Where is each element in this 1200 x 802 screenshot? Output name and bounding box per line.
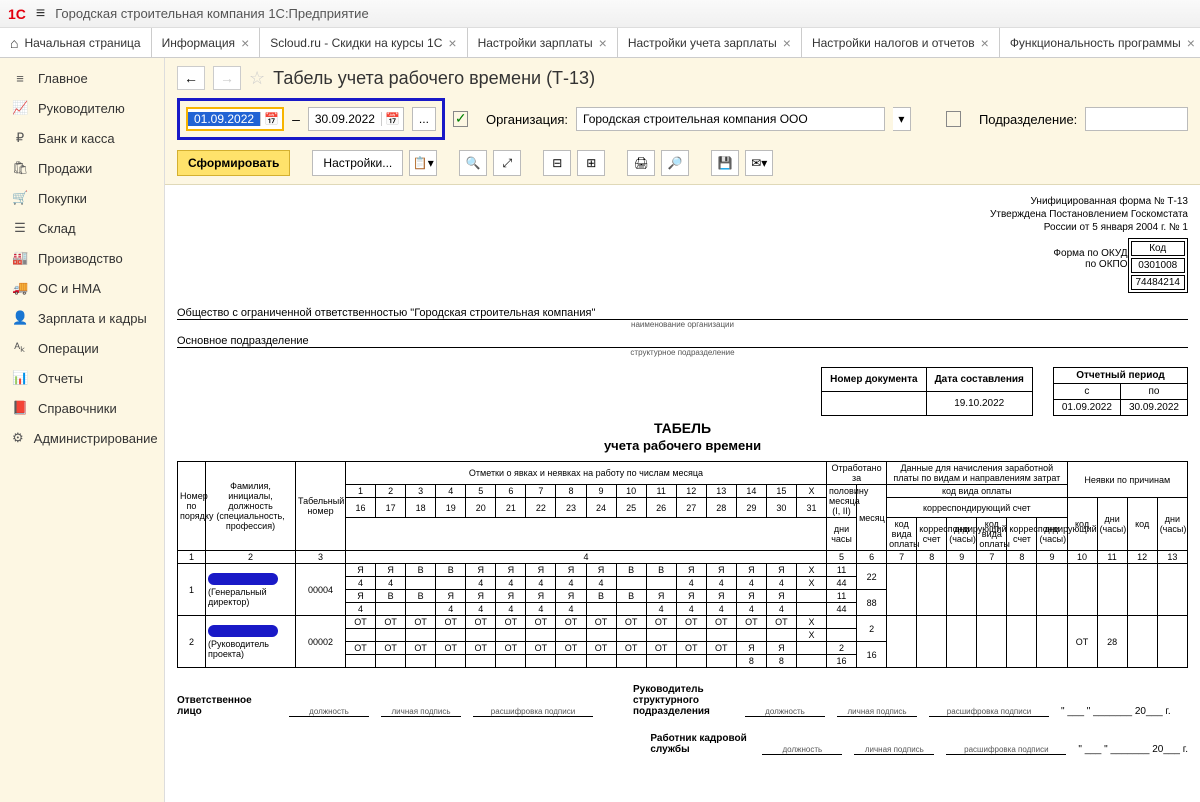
code-table: Код 0301008 74484214 [1128,238,1189,293]
date-from-input[interactable]: 01.09.2022 📅 [186,107,284,131]
save-button[interactable]: 💾 [711,150,739,176]
copy-settings-button[interactable]: 📋▾ [409,150,437,176]
report-subtitle: учета рабочего времени [177,438,1188,453]
period-table: Отчетный период спо 01.09.202230.09.2022 [1053,367,1188,416]
sidebar-item[interactable]: ≡Главное [0,64,164,93]
org-input[interactable]: Городская строительная компания ООО [576,107,885,131]
close-icon[interactable]: × [1187,35,1195,51]
tabs-bar: ⌂ Начальная страница Информация× Scloud.… [0,28,1200,58]
period-more-button[interactable]: ... [412,107,436,131]
titlebar: 1C ≡ Городская строительная компания 1С:… [0,0,1200,28]
close-icon[interactable]: × [783,35,791,51]
tab-scloud[interactable]: Scloud.ru - Скидки на курсы 1С× [260,28,467,57]
collapse-button[interactable]: ⊟ [543,150,571,176]
sidebar-item[interactable]: ☰Склад [0,213,164,243]
sidebar-icon: 📕 [12,400,28,416]
expand-button[interactable]: ⤢ [493,150,521,176]
org-name-line: Общество с ограниченной ответственностью… [177,307,1188,320]
tab-info[interactable]: Информация× [152,28,261,57]
sidebar-item[interactable]: ₽Банк и касса [0,123,164,153]
sidebar-icon: ᴬₖ [12,340,28,356]
sidebar-icon: ≡ [12,71,28,86]
back-button[interactable]: ← [177,66,205,90]
sidebar-icon: 🛍 [12,160,28,176]
sidebar-item[interactable]: 📈Руководителю [0,93,164,123]
close-icon[interactable]: × [241,35,249,51]
report-title: ТАБЕЛЬ [177,420,1188,436]
sidebar-item[interactable]: ⚙Администрирование [0,423,164,453]
sidebar: ≡Главное📈Руководителю₽Банк и касса🛍Прода… [0,58,165,802]
content-header: ← → ☆ Табель учета рабочего времени (Т-1… [165,58,1200,185]
tab-tax[interactable]: Настройки налогов и отчетов× [802,28,1000,57]
sidebar-item[interactable]: 🚚ОС и НМА [0,273,164,303]
tab-func[interactable]: Функциональность программы× [1000,28,1200,57]
sidebar-item[interactable]: 🛍Продажи [0,153,164,183]
calendar-icon[interactable]: 📅 [260,112,282,126]
calendar-icon[interactable]: 📅 [381,112,403,126]
close-icon[interactable]: × [448,35,456,51]
sub-checkbox[interactable] [946,111,961,127]
home-icon: ⌂ [10,35,18,51]
sidebar-icon: ⚙ [12,430,24,446]
preview-button[interactable]: 🔎 [661,150,689,176]
sidebar-item[interactable]: 📕Справочники [0,393,164,423]
app-title: Городская строительная компания 1С:Предп… [55,6,368,21]
sidebar-icon: 🛒 [12,190,28,206]
sidebar-item[interactable]: 🏭Производство [0,243,164,273]
sidebar-item[interactable]: 📊Отчеты [0,363,164,393]
sidebar-icon: 📊 [12,370,28,386]
report-area: Унифицированная форма № Т-13 Утверждена … [165,185,1200,802]
doc-meta-table: Номер документаДата составления 19.10.20… [821,367,1033,416]
print-button[interactable]: 🖨 [627,150,655,176]
sidebar-item[interactable]: 👤Зарплата и кадры [0,303,164,333]
subdivision-line: Основное подразделение [177,335,1188,348]
org-label: Организация: [486,112,568,127]
sidebar-icon: ₽ [12,130,28,146]
date-to-input[interactable]: 30.09.2022 📅 [308,107,404,131]
close-icon[interactable]: × [599,35,607,51]
sub-label: Подразделение: [979,112,1077,127]
sidebar-icon: 📈 [12,100,28,116]
sidebar-icon: ☰ [12,220,28,236]
settings-button[interactable]: Настройки... [312,150,403,176]
find-button[interactable]: 🔍 [459,150,487,176]
tab-salary-acc[interactable]: Настройки учета зарплаты× [618,28,802,57]
content: ← → ☆ Табель учета рабочего времени (Т-1… [165,58,1200,802]
org-dropdown-icon[interactable]: ▾ [893,107,912,131]
sidebar-icon: 🚚 [12,280,28,296]
tab-salary-settings[interactable]: Настройки зарплаты× [468,28,618,57]
forward-button[interactable]: → [213,66,241,90]
page-title: Табель учета рабочего времени (Т-13) [273,68,595,89]
org-checkbox[interactable] [453,111,468,127]
close-icon[interactable]: × [981,35,989,51]
form-info: Унифицированная форма № Т-13 Утверждена … [177,195,1188,234]
tab-home[interactable]: ⌂ Начальная страница [0,28,152,57]
menu-icon[interactable]: ≡ [36,5,45,23]
sidebar-icon: 👤 [12,310,28,326]
sidebar-icon: 🏭 [12,250,28,266]
expand-all-button[interactable]: ⊞ [577,150,605,176]
logo-1c: 1C [8,6,26,22]
favorite-icon[interactable]: ☆ [249,68,265,89]
sidebar-item[interactable]: ᴬₖОперации [0,333,164,363]
period-highlight-box: 01.09.2022 📅 – 30.09.2022 📅 ... [177,98,445,140]
timesheet-table: Номер по порядкуФамилия, инициалы, должн… [177,461,1188,668]
email-button[interactable]: ✉▾ [745,150,773,176]
generate-button[interactable]: Сформировать [177,150,290,176]
sub-input[interactable] [1085,107,1188,131]
sidebar-item[interactable]: 🛒Покупки [0,183,164,213]
